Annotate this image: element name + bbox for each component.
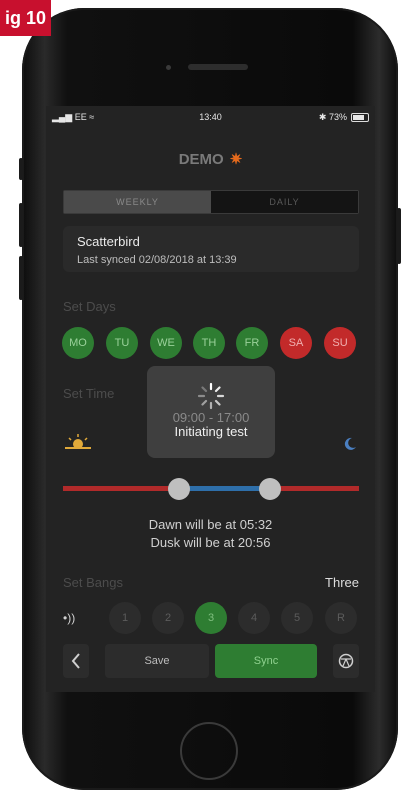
sunrise-icon bbox=[65, 434, 91, 449]
header: DEMO ✷ bbox=[46, 150, 375, 168]
bang-option-r[interactable]: R bbox=[325, 602, 357, 634]
bang-option-5[interactable]: 5 bbox=[281, 602, 313, 634]
bluetooth-icon: ✱ bbox=[318, 112, 327, 122]
bang-option-2[interactable]: 2 bbox=[152, 602, 184, 634]
back-button[interactable] bbox=[63, 644, 89, 678]
dusk-time-text: Dusk will be at 20:56 bbox=[150, 535, 271, 550]
earpiece-speaker bbox=[188, 64, 248, 70]
bang-option-3[interactable]: 3 bbox=[195, 602, 227, 634]
set-bangs-label: Set Bangs bbox=[63, 575, 123, 590]
page-title: DEMO bbox=[178, 151, 224, 168]
slider-track-left bbox=[63, 486, 183, 491]
bottom-toolbar: Save Sync bbox=[63, 644, 359, 678]
bangs-value: Three bbox=[325, 575, 359, 590]
device-card[interactable]: Scatterbird Last synced 02/08/2018 at 13… bbox=[63, 226, 359, 272]
loading-overlay: 09:00 - 17:00 Initiating test bbox=[147, 366, 275, 458]
day-su[interactable]: SU bbox=[324, 327, 356, 359]
time-range-text: 09:00 - 17:00 bbox=[172, 410, 250, 425]
last-synced-text: Last synced 02/08/2018 at 13:39 bbox=[77, 254, 237, 266]
day-we[interactable]: WE bbox=[150, 327, 182, 359]
bang-option-4[interactable]: 4 bbox=[238, 602, 270, 634]
app-screen: ▂▄▆ EE ≈ 13:40 ✱ 73% DEMO ✷ WEEKLY DAILY … bbox=[46, 106, 375, 692]
dawn-time-text: Dawn will be at 05:32 bbox=[148, 517, 273, 532]
settings-button[interactable] bbox=[333, 644, 359, 678]
spinner-icon bbox=[197, 382, 225, 410]
chevron-left-icon bbox=[71, 653, 80, 669]
view-toggle: WEEKLY DAILY bbox=[63, 190, 359, 214]
sync-button[interactable]: Sync bbox=[215, 644, 317, 678]
overlay-message: Initiating test bbox=[174, 424, 248, 439]
home-button[interactable] bbox=[180, 722, 238, 780]
slider-track-range bbox=[183, 486, 271, 491]
status-bar: ▂▄▆ EE ≈ 13:40 ✱ 73% bbox=[46, 112, 375, 126]
battery-icon bbox=[351, 113, 369, 122]
figure-label: ig 10 bbox=[0, 0, 51, 36]
status-right: ✱ 73% bbox=[319, 112, 347, 123]
set-days-label: Set Days bbox=[63, 299, 116, 314]
test-icon bbox=[338, 653, 354, 669]
day-fr[interactable]: FR bbox=[236, 327, 268, 359]
save-button[interactable]: Save bbox=[105, 644, 209, 678]
tab-daily[interactable]: DAILY bbox=[211, 191, 358, 213]
slider-track-right bbox=[271, 486, 359, 491]
mute-switch bbox=[19, 158, 23, 180]
battery-percent: 73% bbox=[328, 112, 347, 122]
bangs-selector: •)) 1 2 3 4 5 R bbox=[63, 602, 363, 634]
slider-start-handle[interactable] bbox=[168, 478, 190, 500]
bang-option-1[interactable]: 1 bbox=[109, 602, 141, 634]
moon-icon bbox=[344, 437, 356, 450]
day-tu[interactable]: TU bbox=[106, 327, 138, 359]
day-mo[interactable]: MO bbox=[62, 327, 94, 359]
front-camera bbox=[166, 65, 171, 70]
time-range-slider[interactable] bbox=[63, 473, 359, 503]
volume-down-button bbox=[19, 256, 23, 300]
day-selector: MO TU WE TH FR SA SU bbox=[62, 327, 362, 361]
day-th[interactable]: TH bbox=[193, 327, 225, 359]
power-button bbox=[397, 208, 401, 264]
logo-star-icon: ✷ bbox=[229, 151, 243, 168]
set-time-label: Set Time bbox=[63, 386, 115, 401]
device-name: Scatterbird bbox=[77, 234, 140, 249]
day-sa[interactable]: SA bbox=[280, 327, 312, 359]
tab-weekly[interactable]: WEEKLY bbox=[64, 191, 211, 213]
sound-icon: •)) bbox=[63, 611, 76, 625]
volume-up-button bbox=[19, 203, 23, 247]
slider-end-handle[interactable] bbox=[259, 478, 281, 500]
